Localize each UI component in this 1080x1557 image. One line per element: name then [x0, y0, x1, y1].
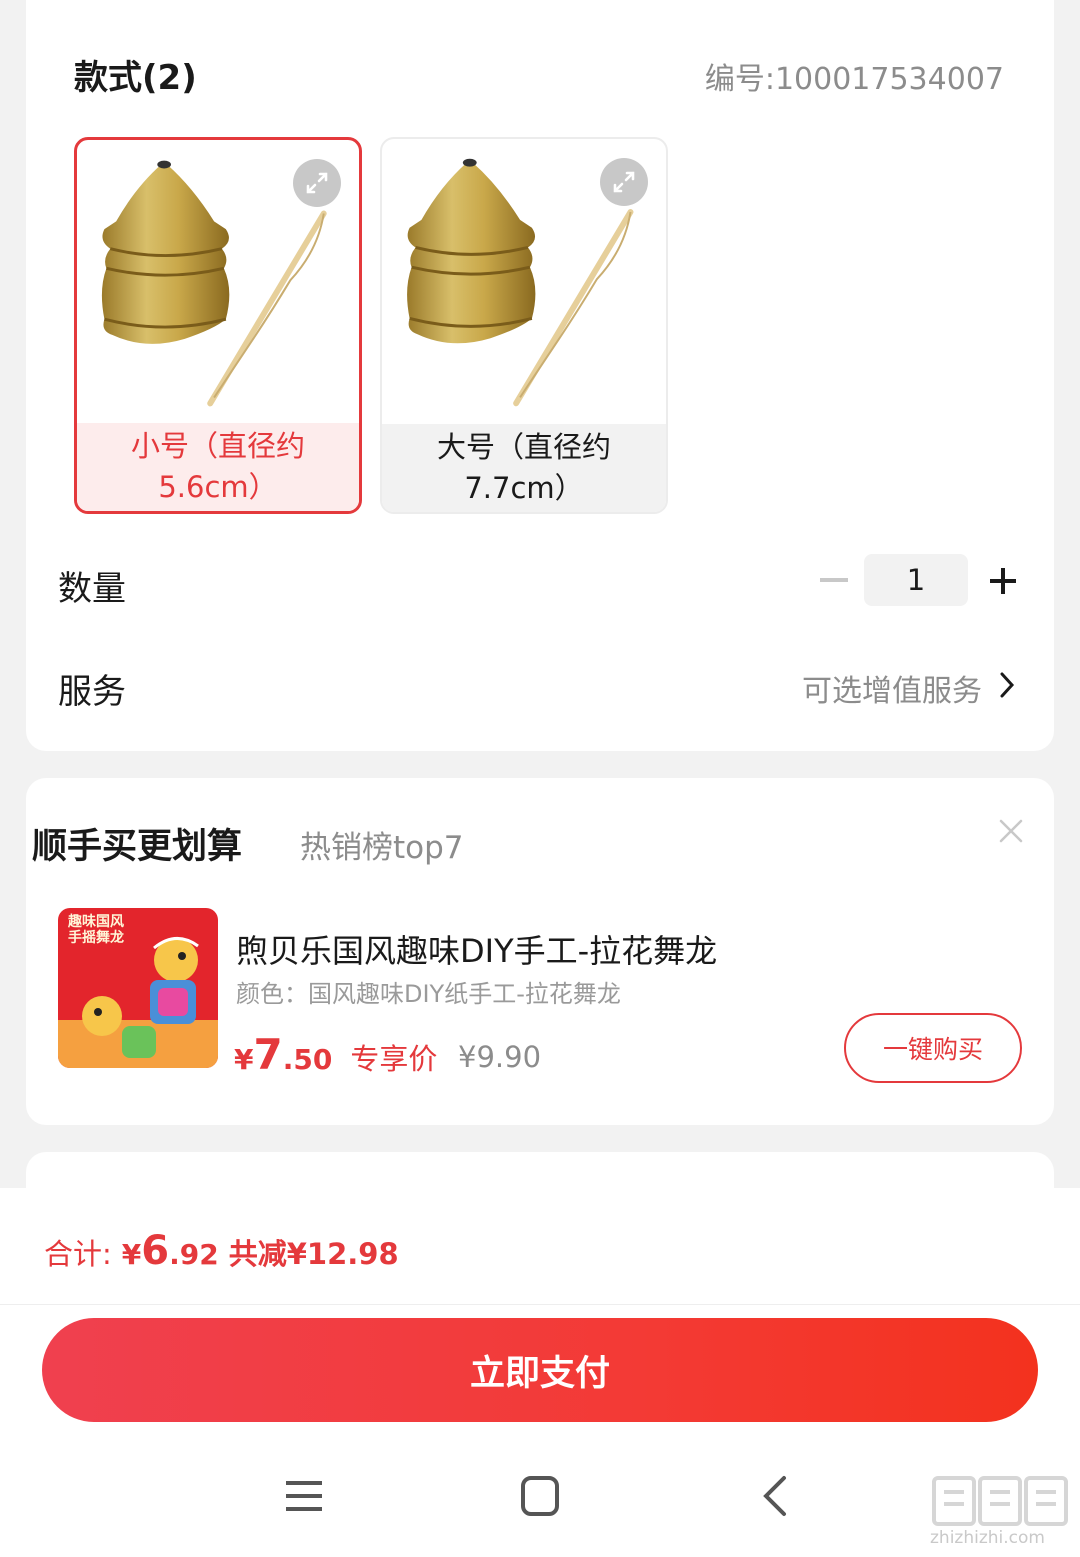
price-decimal: .50: [282, 1043, 333, 1076]
expand-icon[interactable]: [600, 158, 648, 206]
sku-card: 款式(2) 编号:100017534007 小号（直径约5.6cm） 大号（直径…: [26, 0, 1054, 751]
style-option-large[interactable]: 大号（直径约7.7cm）: [380, 137, 668, 514]
watermark-text: zhizhizhi.com: [930, 1528, 1045, 1548]
price-integer: 7: [253, 1030, 283, 1079]
addon-subtitle: 热销榜top7: [300, 830, 464, 866]
quantity-minus-button[interactable]: [814, 565, 854, 595]
divider: [0, 1304, 1080, 1305]
chevron-right-icon[interactable]: [998, 670, 1016, 700]
quantity-plus-button[interactable]: [984, 562, 1022, 600]
product-thumbnail[interactable]: 趣味国风 手摇舞龙: [58, 908, 218, 1068]
sku-number: 编号:100017534007: [704, 62, 1004, 97]
home-icon[interactable]: [520, 1474, 560, 1518]
close-icon[interactable]: [998, 818, 1024, 844]
total-discount: 共减¥12.98: [228, 1237, 399, 1271]
quantity-value[interactable]: 1: [864, 554, 968, 606]
original-price: ¥9.90: [458, 1040, 542, 1074]
total-label: 合计:: [44, 1237, 112, 1271]
total-currency: ¥: [121, 1238, 142, 1271]
service-value[interactable]: 可选增值服务: [802, 666, 982, 710]
expand-icon[interactable]: [293, 159, 341, 207]
product-spec: 颜色：国风趣味DIY纸手工-拉花舞龙: [236, 980, 621, 1008]
one-click-buy-button[interactable]: 一键购买: [844, 1013, 1022, 1083]
total-decimal: .92: [169, 1238, 219, 1271]
style-option-label: 大号（直径约7.7cm）: [382, 424, 666, 512]
style-title: 款式(2): [74, 58, 197, 98]
quantity-label: 数量: [58, 569, 126, 609]
pay-now-button[interactable]: 立即支付: [42, 1318, 1038, 1422]
price-currency: ¥: [234, 1043, 254, 1076]
price-tag: 专享价: [350, 1042, 438, 1076]
total-integer: 6: [141, 1228, 170, 1274]
product-name[interactable]: 煦贝乐国风趣味DIY手工-拉花舞龙: [236, 926, 717, 972]
back-icon[interactable]: [760, 1474, 790, 1518]
service-label: 服务: [58, 672, 126, 712]
minus-icon: [820, 578, 848, 582]
plus-icon: [990, 568, 1016, 594]
addon-title: 顺手买更划算: [32, 827, 243, 867]
style-option-label: 小号（直径约5.6cm）: [77, 423, 359, 511]
product-price: ¥ 7 .50 专享价: [234, 1030, 437, 1079]
total-summary: 合计: ¥ 6 .92 共减¥12.98: [44, 1228, 399, 1274]
style-option-small[interactable]: 小号（直径约5.6cm）: [74, 137, 362, 514]
thumbnail-title: 趣味国风 手摇舞龙: [68, 914, 124, 946]
recent-apps-icon[interactable]: [284, 1476, 324, 1516]
